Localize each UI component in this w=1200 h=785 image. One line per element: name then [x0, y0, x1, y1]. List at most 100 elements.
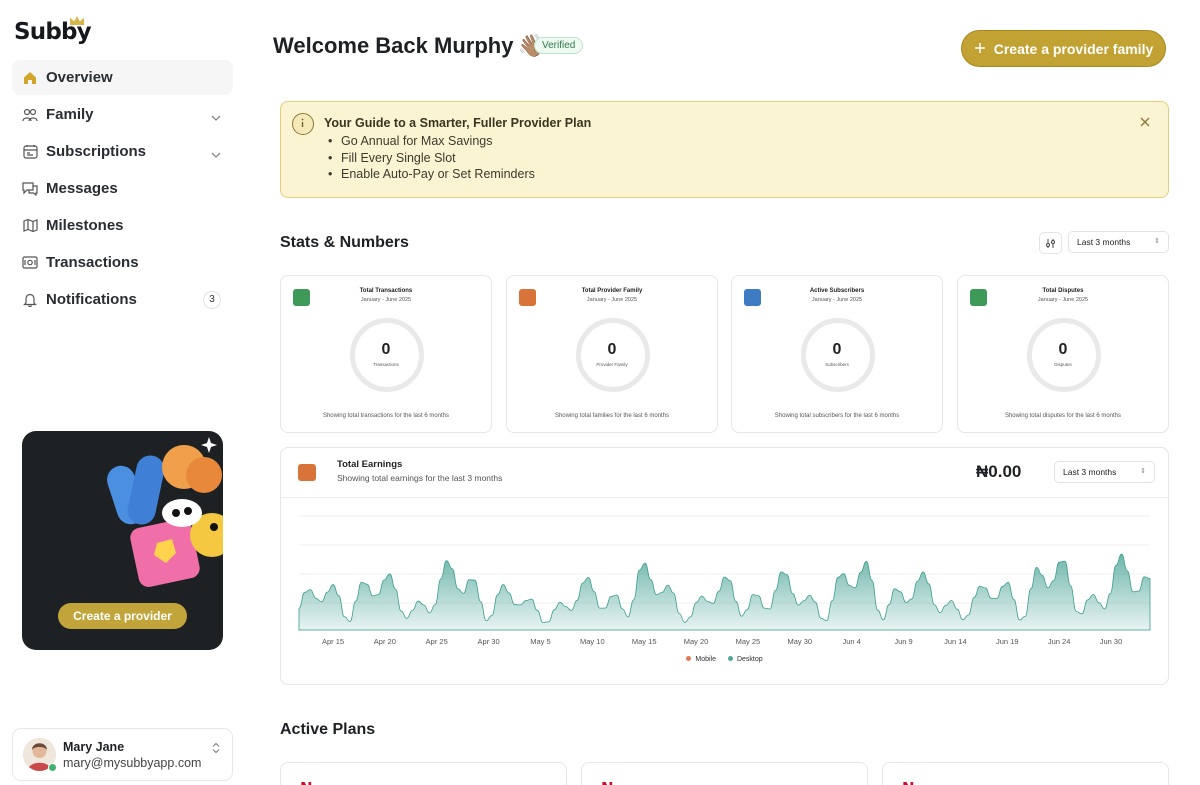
stat-subtitle: January - June 2025 [586, 297, 638, 303]
stat-value: 0 [607, 341, 617, 358]
x-tick-label: May 5 [530, 637, 550, 646]
stat-subtitle: January - June 2025 [1037, 297, 1089, 303]
chart-legend: Mobile Desktop [281, 656, 1168, 663]
stat-card-disputes: Total Disputes January - June 2025 0 Dis… [957, 275, 1169, 433]
x-tick-label: May 25 [736, 637, 761, 646]
guide-banner: Your Guide to a Smarter, Fuller Provider… [280, 101, 1169, 198]
stat-card-active-subscribers: Active Subscribers January - June 2025 0… [731, 275, 943, 433]
home-icon [22, 70, 38, 86]
netflix-logo: N [300, 779, 313, 785]
stat-footer: Showing total families for the last 6 mo… [554, 413, 670, 419]
x-tick-label: Jun 19 [996, 637, 1019, 646]
sidebar-item-transactions[interactable]: Transactions [12, 245, 233, 280]
sidebar-item-label: Milestones [46, 217, 124, 234]
filter-icon[interactable] [1039, 232, 1062, 254]
chevron-up-down-icon: ⇕ [1154, 238, 1160, 245]
stat-footer: Showing total disputes for the last 6 mo… [1004, 413, 1122, 419]
sidebar-item-label: Overview [46, 69, 113, 86]
earnings-header: Total Earnings Showing total earnings fo… [281, 448, 1168, 498]
chevron-down-icon[interactable] [211, 145, 221, 163]
legend-item-mobile: Mobile [686, 656, 716, 663]
stat-title: Total Provider Family [581, 288, 643, 294]
stat-value: 0 [381, 341, 391, 358]
guide-tip: Enable Auto-Pay or Set Reminders [328, 167, 535, 184]
stat-value: 0 [832, 341, 842, 358]
sidebar-item-label: Subscriptions [46, 143, 147, 160]
earnings-amount: ₦0.00 [976, 462, 1022, 481]
create-provider-family-button[interactable]: Create a provider family [961, 30, 1166, 67]
stat-footer: Showing total transactions for the last … [322, 413, 450, 419]
earnings-area-chart: Apr 15 Apr 20 Apr 25 Apr 30 May 5 May 10 May 1… [298, 515, 1151, 646]
netflix-logo: N [902, 779, 915, 785]
legend-dot [686, 656, 692, 661]
milestones-icon [22, 218, 38, 234]
subscriptions-icon [22, 144, 38, 160]
info-icon [292, 113, 314, 135]
user-account-switcher[interactable]: Mary Jane mary@mysubbyapp.com [12, 728, 233, 781]
bell-icon [22, 292, 38, 308]
stat-card-provider-family: Total Provider Family January - June 202… [506, 275, 718, 433]
stats-range-select[interactable]: Last 3 months ⇕ [1068, 231, 1169, 253]
user-name: Mary Jane [63, 740, 125, 754]
sidebar-item-messages[interactable]: Messages [12, 171, 233, 206]
x-tick-label: Apr 30 [478, 637, 500, 646]
user-email: mary@mysubbyapp.com [63, 756, 202, 770]
chevron-down-icon[interactable] [211, 108, 221, 126]
legend-label: Mobile [695, 656, 716, 663]
earnings-title: Total Earnings [337, 459, 403, 470]
verified-badge: Verified [534, 37, 584, 54]
earnings-card: Total Earnings Showing total earnings fo… [280, 447, 1169, 685]
x-tick-label: Apr 20 [374, 637, 396, 646]
create-provider-family-label: Create a provider family [993, 40, 1154, 57]
sidebar-item-milestones[interactable]: Milestones [12, 208, 233, 243]
x-tick-label: Apr 15 [322, 637, 344, 646]
stat-title: Total Transactions [359, 288, 413, 294]
crown-icon [70, 16, 84, 25]
x-tick-label: Jun 4 [842, 637, 860, 646]
plan-card[interactable]: N [581, 762, 868, 785]
create-provider-button[interactable]: Create a provider [58, 603, 187, 629]
sidebar-item-subscriptions[interactable]: Subscriptions [12, 134, 233, 169]
x-tick-label: May 30 [787, 637, 812, 646]
stat-subtitle: January - June 2025 [360, 297, 412, 303]
stat-card-transactions: Total Transactions January - June 2025 0… [280, 275, 492, 433]
chevron-up-down-icon[interactable] [212, 741, 220, 759]
sidebar-item-label: Notifications [46, 291, 137, 308]
guide-tips-list: Go Annual for Max Savings Fill Every Sin… [328, 134, 535, 184]
stat-subtitle: January - June 2025 [811, 297, 863, 303]
messages-icon [22, 181, 38, 197]
sidebar-item-family[interactable]: Family [12, 97, 233, 132]
stat-footer: Showing total subscribers for the last 6… [774, 413, 900, 419]
earnings-range-select[interactable]: Last 3 months ⇕ [1054, 461, 1155, 483]
close-icon[interactable] [1138, 115, 1154, 131]
sidebar-item-label: Transactions [46, 254, 139, 271]
x-tick-label: Jun 9 [894, 637, 912, 646]
active-plans-title: Active Plans [280, 721, 376, 738]
promo-illustration [107, 437, 223, 587]
chevron-up-down-icon: ⇕ [1140, 468, 1146, 475]
sidebar-item-label: Family [46, 106, 94, 123]
transactions-icon [22, 255, 38, 271]
stats-section-title: Stats & Numbers [280, 234, 409, 251]
stats-range-value: Last 3 months [1077, 237, 1131, 247]
stat-unit: Transactions [373, 362, 399, 367]
sidebar-item-label: Messages [46, 180, 118, 197]
stat-unit: Disputes [1054, 362, 1072, 367]
stat-unit: Subscribers [825, 362, 849, 367]
stat-value: 0 [1058, 341, 1068, 358]
x-tick-label: May 10 [580, 637, 605, 646]
promo-card: Create a provider [22, 431, 223, 650]
plan-card[interactable]: N [882, 762, 1169, 785]
desktop-series-area [298, 553, 1151, 631]
plan-card[interactable]: N [280, 762, 567, 785]
stat-title: Total Disputes [1042, 288, 1084, 294]
subby-logo[interactable]: Subby [14, 16, 92, 48]
guide-title: Your Guide to a Smarter, Fuller Provider… [324, 116, 592, 130]
legend-item-desktop: Desktop [727, 656, 763, 663]
wallet-icon [298, 464, 316, 481]
earnings-range-value: Last 3 months [1063, 467, 1117, 477]
sidebar: Subby Overview Family Subscriptions Mess… [0, 0, 246, 785]
x-tick-label: Apr 25 [426, 637, 448, 646]
sidebar-item-overview[interactable]: Overview [12, 60, 233, 95]
sidebar-item-notifications[interactable]: Notifications 3 [12, 282, 233, 317]
